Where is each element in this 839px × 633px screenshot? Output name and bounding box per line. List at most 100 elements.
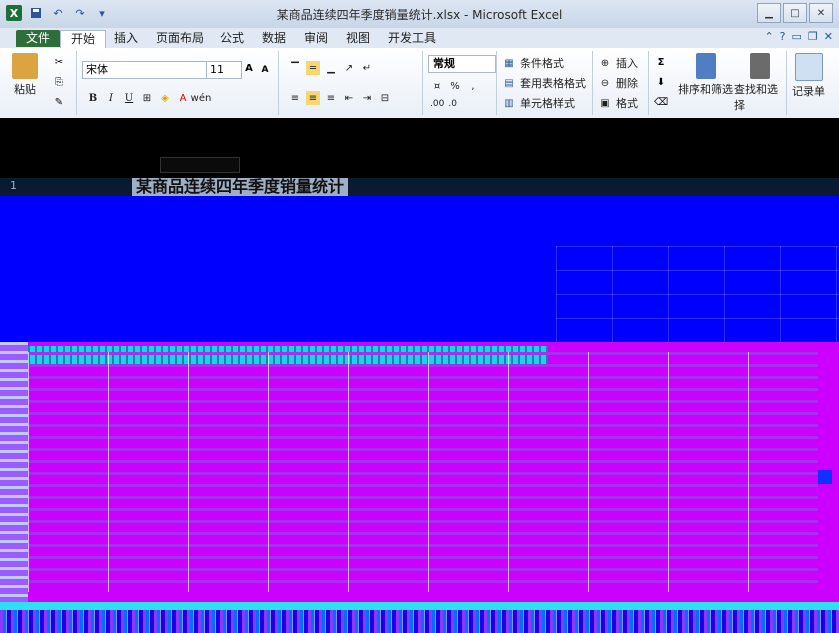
phonetic-icon[interactable]: wén	[191, 91, 212, 105]
delete-cells-label: 删除	[616, 77, 638, 90]
workbook-close-icon[interactable]: ✕	[824, 30, 833, 43]
window-title: 某商品连续四年季度销量统计.xlsx - Microsoft Excel	[276, 8, 563, 22]
sheet-title-cell[interactable]: 某商品连续四年季度销量统计	[132, 178, 349, 196]
cell-styles-button[interactable]: ▥ 单元格样式	[502, 95, 575, 111]
sort-filter-icon	[695, 53, 716, 79]
increase-decimal-button[interactable]: .00	[430, 99, 444, 109]
sheet-tab-strip[interactable]	[0, 602, 839, 610]
increase-font-icon[interactable]: A	[242, 61, 256, 75]
sheet-tabs-status-bar	[0, 602, 839, 633]
cell-styles-icon: ▥	[504, 97, 514, 109]
delete-cells-button[interactable]: ⊖ 删除	[598, 75, 638, 91]
sort-filter-label: 排序和筛选	[678, 83, 733, 96]
ribbon-right-controls: ⌃ ? ▭ ❐ ✕	[764, 30, 833, 43]
bold-button[interactable]: B	[86, 91, 100, 105]
tab-data[interactable]: 数据	[252, 30, 296, 47]
insert-cells-label: 插入	[616, 57, 638, 70]
workbook-minimize-icon[interactable]: ▭	[792, 30, 802, 43]
find-select-label: 查找和选择	[734, 83, 778, 112]
format-cells-label: 格式	[616, 97, 638, 110]
record-form-label: 记录单	[792, 85, 825, 98]
selected-cell[interactable]	[818, 470, 832, 484]
number-group: 常规 ¤ % , .00 .0	[426, 51, 497, 115]
cut-icon[interactable]: ✂	[52, 55, 66, 69]
align-right-icon[interactable]: ≡	[324, 91, 338, 105]
number-format-row: ¤ % ,	[430, 79, 480, 93]
merge-center-icon[interactable]: ⊟	[378, 91, 392, 105]
decrease-font-icon[interactable]: A	[258, 63, 272, 77]
workbook-restore-icon[interactable]: ❐	[808, 30, 818, 43]
align-bottom-icon[interactable]: ▁	[324, 61, 338, 75]
minimize-icon[interactable]: ▁	[757, 3, 781, 23]
close-icon[interactable]: ✕	[809, 3, 833, 23]
paste-icon	[12, 53, 38, 79]
row-header-1[interactable]: 1	[10, 179, 17, 192]
column-lines	[28, 352, 818, 592]
vertical-align-row: ▔ ═ ▁ ↗ ↵	[288, 61, 374, 75]
worksheet-grid-lower[interactable]	[0, 342, 839, 602]
align-top-icon[interactable]: ▔	[288, 61, 302, 75]
conditional-format-icon: ▦	[504, 57, 514, 69]
conditional-format-button[interactable]: ▦ 条件格式	[502, 55, 564, 71]
align-left-icon[interactable]: ≡	[288, 91, 302, 105]
horizontal-align-row: ≡ ≡ ≡ ⇤ ⇥ ⊟	[288, 91, 392, 105]
percent-button[interactable]: %	[448, 79, 462, 93]
clipboard-group: 粘贴 ✂ ⎘ ✎	[6, 51, 77, 115]
paste-button[interactable]: 粘贴	[12, 53, 38, 97]
font-size-box[interactable]: 11	[206, 61, 242, 79]
row-headers	[0, 342, 28, 602]
maximize-icon[interactable]: □	[783, 3, 807, 23]
decrease-indent-icon[interactable]: ⇤	[342, 91, 356, 105]
tab-view[interactable]: 视图	[336, 30, 380, 47]
comma-button[interactable]: ,	[466, 79, 480, 93]
conditional-format-label: 条件格式	[520, 57, 564, 70]
underline-button[interactable]: U	[122, 91, 136, 105]
find-select-button[interactable]: 查找和选择	[734, 53, 786, 113]
formula-bar-region	[0, 118, 839, 178]
tab-formulas[interactable]: 公式	[210, 30, 254, 47]
font-color-icon[interactable]: A	[176, 91, 190, 105]
decimal-row: .00 .0	[430, 99, 457, 109]
record-form-button[interactable]: 记录单	[792, 53, 825, 99]
font-format-row: B I U ⊞ ◈ A wén	[86, 91, 212, 105]
align-middle-icon[interactable]: ═	[306, 61, 320, 75]
worksheet-grid-upper[interactable]	[0, 196, 839, 342]
fill-icon[interactable]: ⬇	[654, 75, 668, 89]
currency-icon[interactable]: ¤	[430, 79, 444, 93]
alignment-group: ▔ ═ ▁ ↗ ↵ ≡ ≡ ≡ ⇤ ⇥ ⊟	[282, 51, 423, 115]
align-center-icon[interactable]: ≡	[306, 91, 320, 105]
clear-icon[interactable]: ⌫	[654, 95, 668, 109]
wrap-text-icon[interactable]: ↵	[360, 61, 374, 75]
copy-icon[interactable]: ⎘	[52, 75, 66, 89]
autosum-icon[interactable]: Σ	[654, 55, 668, 69]
font-name-box[interactable]: 宋体	[82, 61, 208, 79]
name-box[interactable]	[160, 157, 240, 173]
table-format-label: 套用表格格式	[520, 77, 586, 90]
sheet-row-1: 1	[0, 178, 839, 196]
editing-group: Σ ⬇ ⌫ 排序和筛选 查找和选择	[652, 51, 787, 115]
border-icon[interactable]: ⊞	[140, 91, 154, 105]
tab-page-layout[interactable]: 页面布局	[146, 30, 214, 47]
help-icon[interactable]: ?	[780, 30, 786, 43]
record-group: 记录单	[790, 51, 834, 115]
table-format-button[interactable]: ▤ 套用表格格式	[502, 75, 586, 91]
tab-insert[interactable]: 插入	[104, 30, 148, 47]
tab-home[interactable]: 开始	[60, 30, 107, 48]
title-bar: X ↶ ↷ ▾ 某商品连续四年季度销量统计.xlsx - Microsoft E…	[0, 0, 839, 28]
insert-cells-button[interactable]: ⊕ 插入	[598, 55, 638, 71]
number-format-box[interactable]: 常规	[428, 55, 496, 73]
tab-review[interactable]: 审阅	[294, 30, 338, 47]
sort-filter-button[interactable]: 排序和筛选	[678, 53, 733, 97]
paste-label: 粘贴	[14, 83, 36, 96]
decrease-decimal-button[interactable]: .0	[448, 99, 457, 109]
increase-indent-icon[interactable]: ⇥	[360, 91, 374, 105]
ribbon-tabs: 文件 开始 插入 页面布局 公式 数据 审阅 视图 开发工具 ⌃ ? ▭ ❐ ✕	[0, 28, 839, 49]
tab-developer[interactable]: 开发工具	[378, 30, 446, 47]
orientation-icon[interactable]: ↗	[342, 61, 356, 75]
fill-color-icon[interactable]: ◈	[158, 91, 172, 105]
format-painter-icon[interactable]: ✎	[52, 95, 66, 109]
format-cells-button[interactable]: ▣ 格式	[598, 95, 638, 111]
italic-button[interactable]: I	[104, 91, 118, 105]
minimize-ribbon-icon[interactable]: ⌃	[764, 30, 773, 43]
tab-file[interactable]: 文件	[16, 30, 61, 47]
